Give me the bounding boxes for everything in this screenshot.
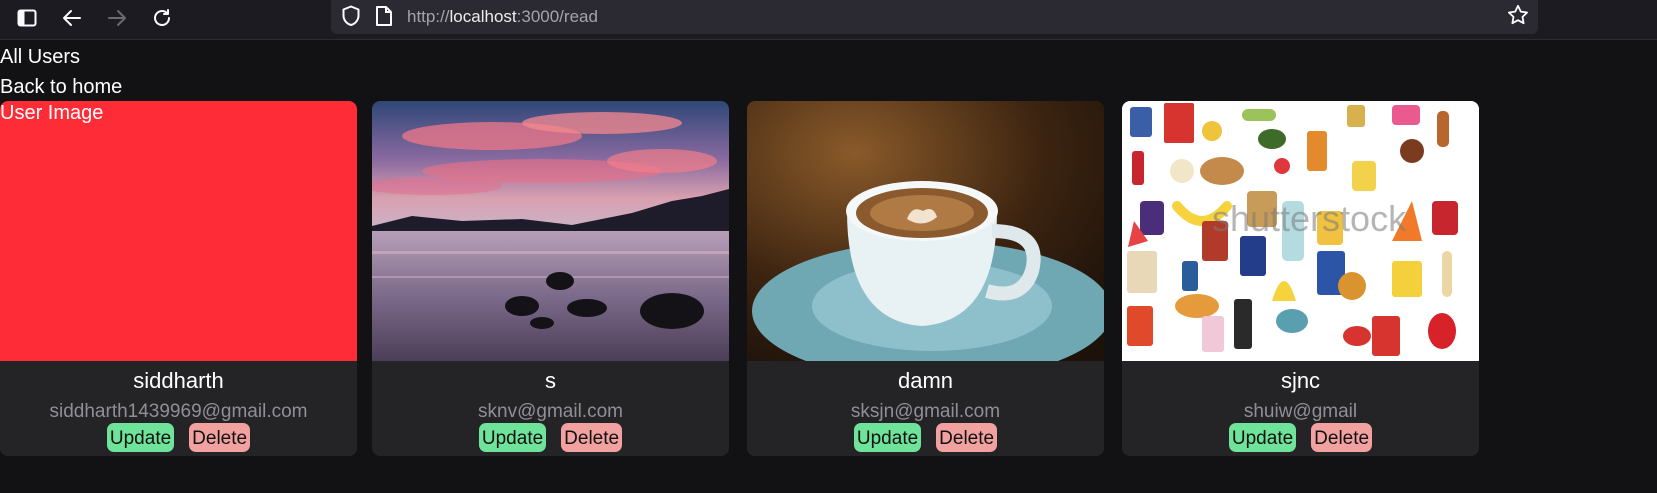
delete-button[interactable]: Delete bbox=[936, 423, 998, 452]
user-name: sjnc bbox=[1280, 368, 1321, 393]
user-image bbox=[372, 101, 729, 361]
delete-button[interactable]: Delete bbox=[189, 423, 251, 452]
page-icon bbox=[375, 5, 393, 32]
user-name: damn bbox=[897, 368, 954, 393]
delete-button[interactable]: Delete bbox=[561, 423, 623, 452]
url-text[interactable]: http://localhost:3000/read bbox=[407, 7, 598, 27]
delete-button[interactable]: Delete bbox=[1311, 423, 1373, 452]
image-alt-text: User Image bbox=[0, 102, 104, 124]
user-name: s bbox=[545, 368, 556, 393]
user-card: shutterstock sjnc shuiw@gmail Update Del… bbox=[1122, 101, 1479, 456]
user-email: shuiw@gmail bbox=[1243, 401, 1358, 422]
forward-arrow-icon[interactable] bbox=[103, 4, 131, 32]
user-email: sknv@gmail.com bbox=[478, 401, 623, 422]
bookmark-star-icon[interactable] bbox=[1507, 4, 1529, 31]
back-to-home-link[interactable]: Back to home bbox=[0, 74, 122, 100]
page-content: All Users Back to home User Image siddha… bbox=[0, 41, 1657, 493]
update-button[interactable]: Update bbox=[478, 423, 547, 452]
svg-text:shutterstock: shutterstock bbox=[1212, 198, 1407, 239]
reload-icon[interactable] bbox=[148, 4, 176, 32]
user-image: User Image bbox=[0, 101, 357, 361]
user-name: siddharth bbox=[133, 368, 224, 393]
back-arrow-icon[interactable] bbox=[58, 4, 86, 32]
user-email: siddharth1439969@gmail.com bbox=[49, 401, 308, 422]
address-bar[interactable]: http://localhost:3000/read bbox=[331, 0, 1538, 34]
browser-toolbar: http://localhost:3000/read bbox=[0, 0, 1657, 40]
user-card: s sknv@gmail.com Update Delete bbox=[372, 101, 729, 456]
user-email: sksjn@gmail.com bbox=[850, 401, 1001, 422]
page-title: All Users bbox=[0, 46, 81, 68]
update-button[interactable]: Update bbox=[1228, 423, 1297, 452]
update-button[interactable]: Update bbox=[853, 423, 922, 452]
update-button[interactable]: Update bbox=[106, 423, 175, 452]
user-card: User Image siddharth siddharth1439969@gm… bbox=[0, 101, 357, 456]
user-image bbox=[747, 101, 1104, 361]
shield-icon[interactable] bbox=[341, 5, 361, 32]
user-card: damn sksjn@gmail.com Update Delete bbox=[747, 101, 1104, 456]
sidebar-toggle-icon[interactable] bbox=[13, 4, 41, 32]
user-image: shutterstock bbox=[1122, 101, 1479, 361]
